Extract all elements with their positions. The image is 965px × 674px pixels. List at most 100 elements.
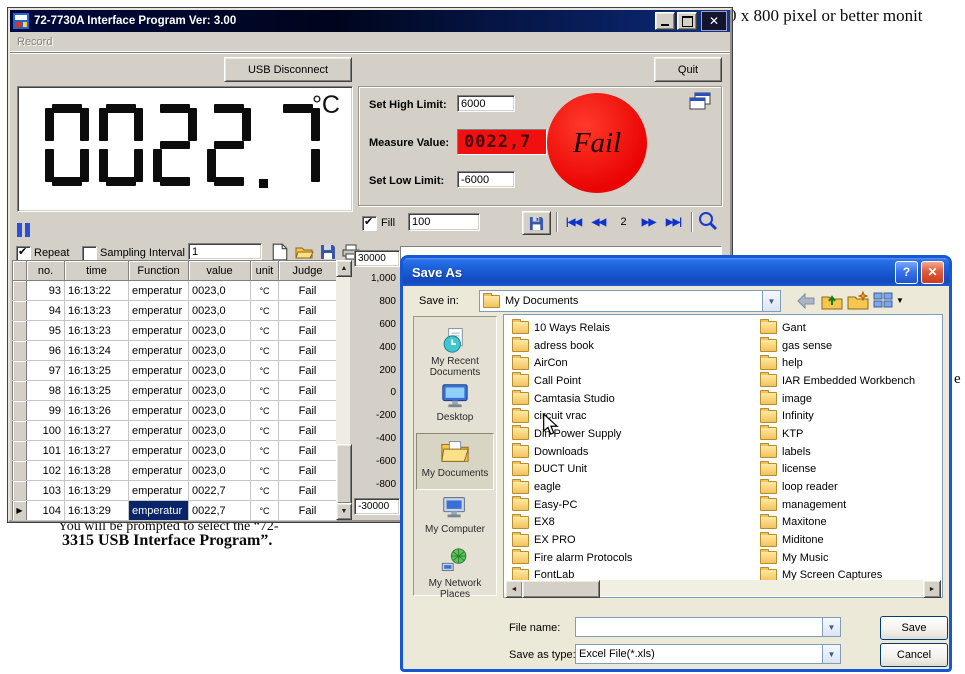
scroll-down-arrow[interactable]: ▼ — [336, 503, 352, 520]
folder-item[interactable]: circuit vrac — [512, 407, 632, 425]
save-as-type-combobox[interactable]: Excel File(*.xls) ▼ — [575, 644, 841, 664]
row-selector[interactable] — [12, 480, 27, 501]
table-cell[interactable]: 0022,7 — [188, 480, 251, 501]
place-desktop[interactable]: Desktop — [414, 378, 496, 433]
folder-item[interactable]: Gant — [760, 319, 915, 337]
cancel-button[interactable]: Cancel — [880, 643, 948, 667]
col-header-no[interactable]: no. — [26, 260, 65, 281]
view-menu-button[interactable]: ▼ — [873, 291, 904, 309]
table-scrollbar[interactable]: ▲ ▼ — [336, 260, 352, 520]
folder-item[interactable]: Camtasia Studio — [512, 390, 632, 408]
table-cell[interactable]: 16:13:26 — [64, 400, 129, 421]
folder-item[interactable]: eagle — [512, 478, 632, 496]
folder-item[interactable]: IAR Embedded Workbench — [760, 372, 915, 390]
table-row[interactable]: 101 16:13:27 emperatur 0023,0 °C Fail — [12, 440, 337, 461]
table-cell[interactable]: Fail — [278, 440, 337, 461]
folder-item[interactable]: My Music — [760, 549, 915, 567]
table-row[interactable]: 93 16:13:22 emperatur 0023,0 °C Fail — [12, 280, 337, 301]
place-my-computer[interactable]: My Computer — [414, 490, 496, 545]
table-cell[interactable]: Fail — [278, 300, 337, 321]
folder-item[interactable]: Din Power Supply — [512, 425, 632, 443]
table-cell[interactable]: Fail — [278, 420, 337, 441]
file-list[interactable]: 10 Ways Relais adress book AirCon Call Poin… — [503, 314, 943, 598]
horizontal-scrollbar[interactable]: ◄ ► — [505, 580, 941, 598]
folder-item[interactable]: adress book — [512, 337, 632, 355]
table-cell[interactable]: emperatur — [128, 440, 189, 461]
table-cell[interactable]: Fail — [278, 400, 337, 421]
table-cell[interactable]: 16:13:25 — [64, 380, 129, 401]
table-cell[interactable]: °C — [250, 360, 279, 381]
maximize-button[interactable] — [677, 12, 697, 30]
table-cell[interactable]: 16:13:27 — [64, 440, 129, 461]
chevron-down-icon[interactable]: ▼ — [762, 291, 780, 311]
table-cell[interactable]: 104 — [26, 500, 65, 521]
table-cell[interactable]: Fail — [278, 360, 337, 381]
table-cell[interactable]: emperatur — [128, 360, 189, 381]
col-header-value[interactable]: value — [188, 260, 251, 281]
table-cell[interactable]: °C — [250, 300, 279, 321]
table-row[interactable]: 96 16:13:24 emperatur 0023,0 °C Fail — [12, 340, 337, 361]
table-cell[interactable]: °C — [250, 380, 279, 401]
row-selector[interactable]: ▶ — [12, 500, 27, 521]
table-cell[interactable]: °C — [250, 280, 279, 301]
table-cell[interactable]: 0023,0 — [188, 280, 251, 301]
table-cell[interactable]: °C — [250, 460, 279, 481]
folder-item[interactable]: EX8 — [512, 513, 632, 532]
table-cell[interactable]: °C — [250, 320, 279, 341]
table-cell[interactable]: Fail — [278, 380, 337, 401]
menu-record[interactable]: Record — [17, 36, 52, 48]
table-cell[interactable]: °C — [250, 400, 279, 421]
table-cell[interactable]: 99 — [26, 400, 65, 421]
scroll-up-arrow[interactable]: ▲ — [336, 260, 352, 277]
table-cell[interactable]: emperatur — [128, 340, 189, 361]
table-cell[interactable]: 0023,0 — [188, 440, 251, 461]
table-cell[interactable]: 93 — [26, 280, 65, 301]
row-selector[interactable] — [12, 360, 27, 381]
table-cell[interactable]: Fail — [278, 320, 337, 341]
table-cell[interactable]: 16:13:27 — [64, 420, 129, 441]
chart-min-input[interactable] — [354, 498, 400, 515]
sampling-interval-input[interactable] — [188, 243, 262, 260]
folder-item[interactable]: KTP — [760, 425, 915, 443]
table-cell[interactable]: 16:13:23 — [64, 300, 129, 321]
row-selector[interactable] — [12, 380, 27, 401]
repeat-checkbox[interactable]: ✔ — [16, 246, 31, 261]
table-cell[interactable]: 103 — [26, 480, 65, 501]
table-cell[interactable]: 96 — [26, 340, 65, 361]
table-cell[interactable]: 95 — [26, 320, 65, 341]
new-folder-icon[interactable] — [847, 291, 869, 311]
new-document-icon[interactable] — [272, 243, 288, 261]
folder-item[interactable]: gas sense — [760, 337, 915, 355]
table-cell[interactable]: 16:13:24 — [64, 340, 129, 361]
folder-item[interactable]: Downloads — [512, 443, 632, 461]
chevron-down-icon[interactable]: ▼ — [822, 618, 840, 636]
low-limit-input[interactable] — [457, 171, 515, 188]
file-name-combobox[interactable]: ▼ — [575, 617, 841, 637]
usb-disconnect-button[interactable]: USB Disconnect — [224, 57, 352, 82]
folder-item[interactable]: loop reader — [760, 478, 915, 496]
table-cell[interactable]: 16:13:28 — [64, 460, 129, 481]
table-cell[interactable]: Fail — [278, 280, 337, 301]
row-selector[interactable] — [12, 460, 27, 481]
dialog-title-bar[interactable]: Save As ? ✕ — [403, 258, 949, 286]
table-cell[interactable]: Fail — [278, 460, 337, 481]
folder-item[interactable]: license — [760, 460, 915, 479]
row-selector[interactable] — [12, 440, 27, 461]
folder-item[interactable]: Miditone — [760, 531, 915, 549]
table-cell[interactable]: emperatur — [128, 300, 189, 321]
up-one-level-icon[interactable] — [821, 291, 843, 311]
col-header-judge[interactable]: Judge — [278, 260, 337, 281]
scroll-left-arrow[interactable]: ◄ — [505, 580, 523, 598]
table-cell[interactable]: °C — [250, 480, 279, 501]
save-file-icon[interactable] — [320, 244, 336, 260]
table-cell[interactable]: emperatur — [128, 280, 189, 301]
table-cell[interactable]: emperatur — [128, 380, 189, 401]
folder-item[interactable]: Fire alarm Protocols — [512, 549, 632, 567]
save-data-button[interactable] — [522, 211, 551, 235]
chart-max-input[interactable] — [354, 250, 400, 267]
pause-indicator[interactable] — [17, 223, 30, 237]
cascade-windows-icon[interactable] — [689, 92, 711, 110]
table-cell[interactable]: emperatur — [128, 480, 189, 501]
row-selector[interactable] — [12, 420, 27, 441]
table-cell[interactable]: 16:13:29 — [64, 480, 129, 501]
